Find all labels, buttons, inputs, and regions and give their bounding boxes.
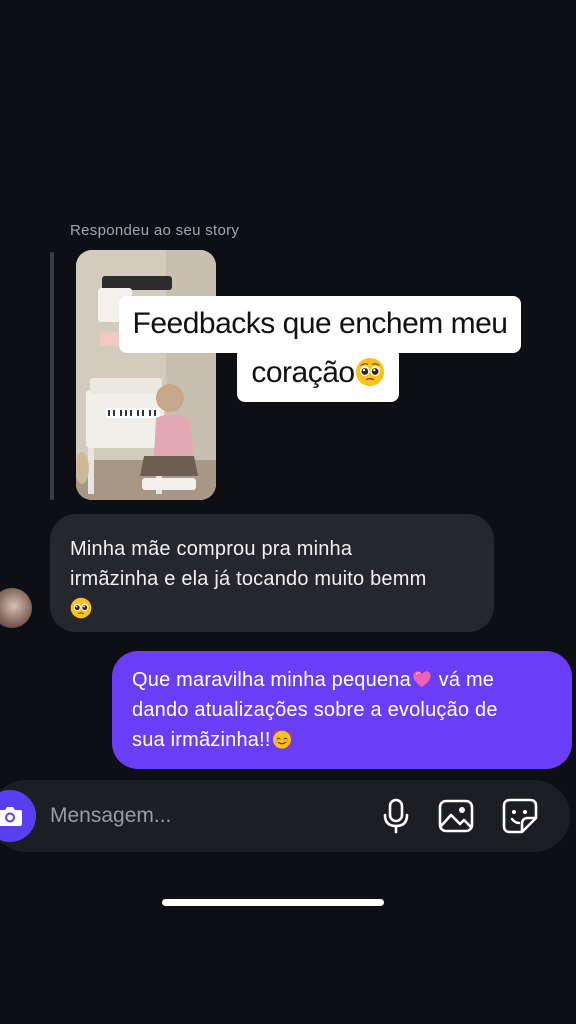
caption-line-2-text: coração xyxy=(251,356,355,389)
avatar[interactable] xyxy=(0,588,32,628)
pleading-face-emoji xyxy=(70,597,92,619)
outgoing-message-bubble[interactable]: Que maravilha minha pequena vá me dando … xyxy=(112,651,572,769)
incoming-message-bubble[interactable]: Minha mãe comprou pra minha irmãzinha e … xyxy=(50,514,494,632)
story-caption: Feedbacks que enchem meu coração xyxy=(0,296,576,402)
microphone-icon xyxy=(383,798,409,834)
message-line-1-rest: vá me xyxy=(438,669,495,691)
home-indicator[interactable] xyxy=(162,899,384,906)
pink-heart-emoji xyxy=(413,671,431,688)
caption-line-2: coração xyxy=(237,347,399,402)
message-input[interactable] xyxy=(50,801,350,831)
message-line: sua irmãzinha!! xyxy=(132,725,554,755)
caption-line-1: Feedbacks que enchem meu xyxy=(118,296,522,353)
sticker-button[interactable] xyxy=(502,798,538,834)
smiling-face-with-hearts-emoji xyxy=(272,730,292,749)
message-line: dando atualizações sobre a evolução de xyxy=(132,699,498,721)
message-line-1-text: Que maravilha minha pequena xyxy=(132,669,411,691)
sticker-icon xyxy=(502,798,538,834)
message-line: irmãzinha e ela já tocando muito bemm xyxy=(70,568,427,590)
story-reply-label: Respondeu ao seu story xyxy=(70,222,240,239)
message-line: Que maravilha minha pequena vá me xyxy=(132,665,554,695)
microphone-button[interactable] xyxy=(378,798,414,834)
image-icon xyxy=(438,799,474,833)
message-line-3-text: sua irmãzinha!! xyxy=(132,729,271,751)
message-line: Minha mãe comprou pra minha xyxy=(70,538,353,560)
camera-icon xyxy=(0,807,22,826)
gallery-button[interactable] xyxy=(438,798,474,834)
pleading-face-emoji xyxy=(355,357,384,387)
